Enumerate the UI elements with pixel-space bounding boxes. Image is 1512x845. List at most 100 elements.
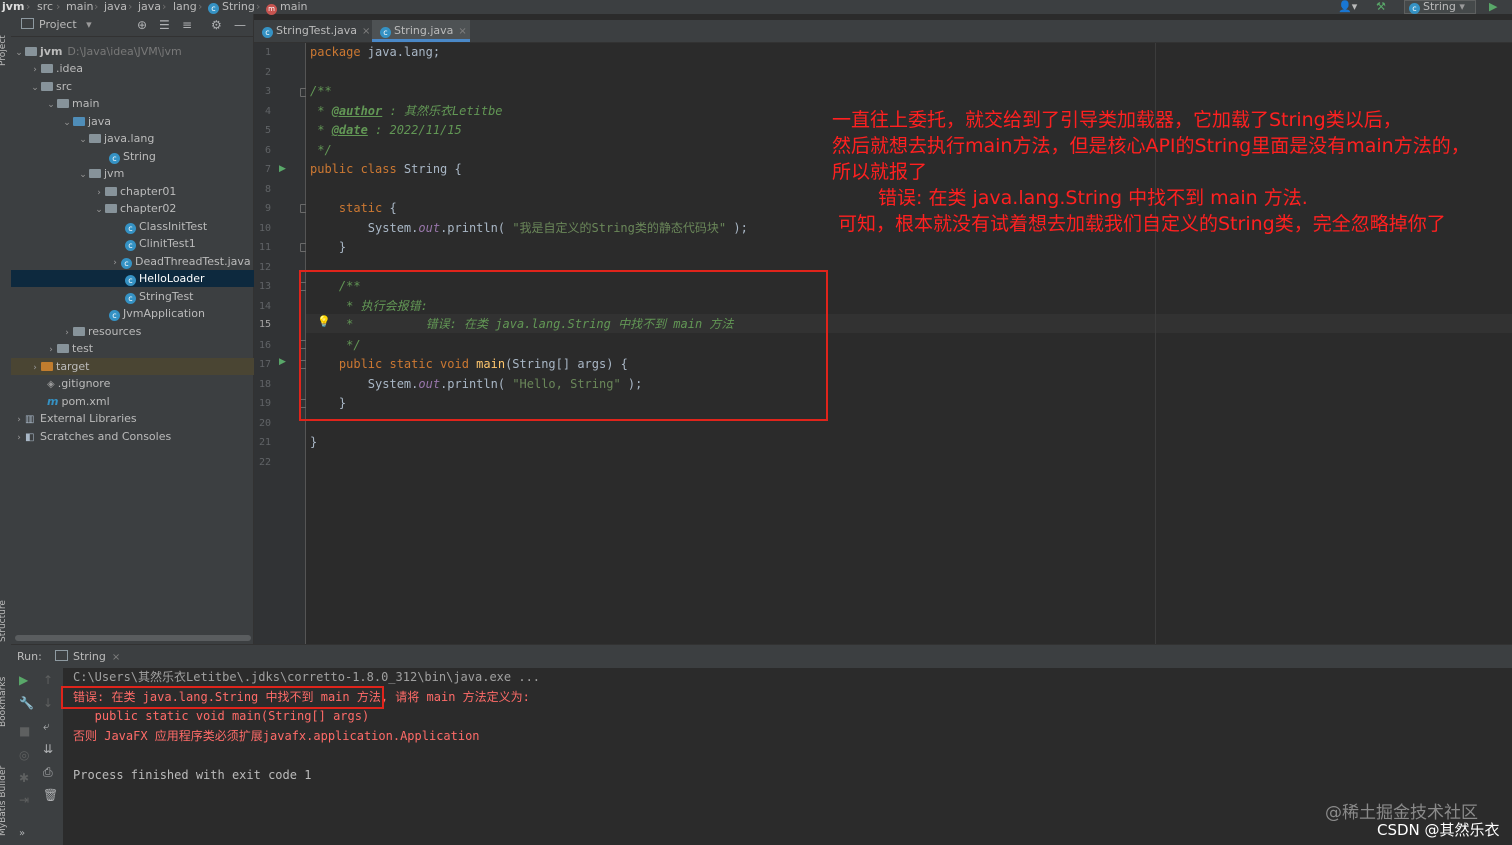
code-line: System.out.println( "我是自定义的String类的静态代码块… bbox=[310, 219, 748, 238]
debug-icon[interactable]: ✱ bbox=[19, 771, 29, 785]
breadcrumb-java[interactable]: java bbox=[104, 0, 127, 13]
highlight-box-code bbox=[299, 270, 828, 421]
locate-icon[interactable]: ⊕ bbox=[137, 14, 147, 36]
arrow-up-icon[interactable]: ↑ bbox=[43, 673, 53, 687]
user-icon[interactable]: 👤▾ bbox=[1338, 0, 1357, 13]
gear-icon[interactable]: ⚙ bbox=[211, 14, 222, 36]
tree-item-pom-xml[interactable]: m pom.xml bbox=[11, 393, 289, 410]
tree-item-label: ClinitTest1 bbox=[139, 237, 196, 250]
annotation-line-4: 错误: 在类 java.lang.String 中找不到 main 方法. bbox=[878, 187, 1308, 209]
close-icon[interactable]: × bbox=[362, 26, 370, 37]
wrench-icon[interactable]: 🔧 bbox=[19, 696, 34, 710]
code-line: static { bbox=[310, 199, 397, 218]
highlight-box-console bbox=[61, 686, 384, 709]
build-hammer-icon[interactable]: ⚒ bbox=[1376, 0, 1386, 13]
run-icon[interactable]: ▶ bbox=[1489, 0, 1497, 13]
run-config-label: String bbox=[1423, 0, 1456, 13]
code-line: * @date : 2022/11/15 bbox=[310, 121, 462, 140]
soft-wrap-icon[interactable]: ⤶ bbox=[43, 719, 50, 734]
tree-item-label: StringTest bbox=[139, 290, 194, 303]
print-icon[interactable]: ⎙ bbox=[43, 765, 53, 780]
folder-icon bbox=[25, 47, 37, 56]
annotation-line-3: 所以就报了 bbox=[832, 161, 928, 183]
arrow-down-icon[interactable]: ↓ bbox=[43, 696, 53, 710]
tree-item-label: jvm bbox=[104, 167, 125, 180]
bookmarks-tool-button[interactable]: Bookmarks bbox=[0, 677, 8, 727]
line-number: 9 bbox=[264, 203, 271, 214]
tree-item-scratches[interactable]: › ◧ Scratches and Consoles bbox=[11, 428, 255, 445]
breadcrumb-method-main[interactable]: m main bbox=[266, 0, 307, 15]
tree-item-main[interactable]: ⌄ main bbox=[11, 95, 287, 112]
tab-label: String.java bbox=[394, 24, 454, 37]
tree-item-test[interactable]: › test bbox=[11, 340, 287, 357]
camera-icon[interactable]: ◎ bbox=[19, 748, 29, 762]
resources-folder-icon bbox=[73, 327, 85, 336]
chevron-down-icon: ⌄ bbox=[79, 135, 87, 145]
chevron-right-icon: › bbox=[17, 415, 21, 425]
trash-icon[interactable]: 🗑 bbox=[43, 788, 58, 802]
method-icon: m bbox=[266, 4, 277, 15]
tree-item-target[interactable]: › target bbox=[11, 358, 271, 375]
project-tool-button[interactable]: Project bbox=[0, 35, 8, 66]
breadcrumb-jvm[interactable]: jvm bbox=[2, 0, 24, 13]
close-icon[interactable]: × bbox=[112, 652, 120, 663]
class-icon: c bbox=[121, 258, 132, 269]
horizontal-scrollbar[interactable] bbox=[15, 635, 251, 641]
expand-all-icon[interactable]: ☰ bbox=[159, 14, 170, 36]
tab-stringtest-java[interactable]: c StringTest.java × bbox=[254, 20, 380, 42]
tree-item-jvm[interactable]: ⌄ jvm D:\Java\idea\JVM\jvm bbox=[11, 43, 255, 60]
line-number: 8 bbox=[264, 183, 271, 195]
more-icon[interactable]: » bbox=[19, 828, 25, 839]
string-literal: "我是自定义的String类的静态代码块" bbox=[512, 220, 727, 235]
minimize-icon[interactable]: — bbox=[234, 14, 246, 36]
tree-item-label: chapter02 bbox=[120, 202, 177, 215]
tree-item-label: jvm bbox=[40, 45, 63, 58]
breadcrumb-string[interactable]: c String bbox=[208, 0, 255, 14]
run-configuration-select[interactable]: c String ▾ bbox=[1404, 0, 1476, 14]
structure-tool-button[interactable]: Structure bbox=[0, 600, 8, 642]
scroll-to-end-icon[interactable]: ⇊ bbox=[43, 742, 53, 756]
tree-item-external-libraries[interactable]: › ▥ External Libraries bbox=[11, 410, 255, 427]
collapse-all-icon[interactable]: ≡ bbox=[182, 14, 192, 36]
folder-icon bbox=[57, 344, 69, 353]
line-number: 4 bbox=[264, 105, 271, 117]
breadcrumb-separator: › bbox=[56, 0, 61, 13]
code-token: : 其然乐衣Letitbe bbox=[382, 103, 503, 118]
tree-item-label: chapter01 bbox=[120, 185, 177, 198]
chevron-down-icon: ▾ bbox=[86, 18, 92, 31]
run-toolbar: ▶ ↑ 🔧 ↓ ■ ⤶ ◎ ⇊ ✱ ⎙ ⇥ 🗑 » bbox=[11, 668, 63, 845]
class-icon: c bbox=[262, 27, 273, 38]
line-number: 22 bbox=[258, 456, 271, 468]
tree-item-src[interactable]: ⌄ src bbox=[11, 78, 271, 95]
class-icon: c bbox=[208, 3, 219, 14]
tree-item-gitignore[interactable]: ◈ .gitignore bbox=[11, 375, 289, 392]
project-view-selector[interactable]: Project ▾ bbox=[21, 14, 92, 36]
class-icon: c bbox=[125, 293, 136, 304]
code-token: .println( bbox=[440, 220, 513, 235]
code-token: java.lang; bbox=[360, 45, 441, 59]
run-panel-label: Run: bbox=[17, 650, 42, 663]
run-gutter-icon[interactable]: ▶ bbox=[279, 357, 286, 367]
rerun-icon[interactable]: ▶ bbox=[19, 673, 28, 687]
tab-string-java[interactable]: c String.java × bbox=[372, 20, 470, 42]
run-tab-string[interactable]: String × bbox=[55, 645, 120, 670]
close-icon[interactable]: × bbox=[458, 26, 466, 37]
project-panel: Project ▾ ⊕ ☰ ≡ ⚙ — ⌄ jvm D:\Java\idea\JVM… bbox=[11, 14, 367, 644]
tree-item-label: .gitignore bbox=[57, 377, 111, 390]
breadcrumb-java-2[interactable]: java bbox=[138, 0, 161, 13]
breadcrumb-lang[interactable]: lang bbox=[173, 0, 197, 13]
exit-icon[interactable]: ⇥ bbox=[19, 793, 29, 807]
annotation-line-2: 然后就想去执行main方法，但是核心API的String里面是没有main方法的… bbox=[832, 135, 1470, 157]
breadcrumb-main[interactable]: main bbox=[66, 0, 93, 13]
breadcrumb-src[interactable]: src bbox=[37, 0, 53, 13]
tree-item-label: String bbox=[123, 150, 156, 163]
stop-icon[interactable]: ■ bbox=[19, 724, 30, 738]
run-gutter-icon[interactable]: ▶ bbox=[279, 164, 286, 174]
package-icon bbox=[105, 187, 117, 196]
package-icon bbox=[89, 169, 101, 178]
mybatis-builder-tool-button[interactable]: MyBatis Builder bbox=[0, 766, 8, 836]
tree-item-idea[interactable]: › .idea bbox=[11, 60, 271, 77]
line-number: 16 bbox=[258, 339, 271, 351]
package-icon bbox=[105, 204, 117, 213]
breadcrumb-separator: › bbox=[256, 0, 261, 13]
